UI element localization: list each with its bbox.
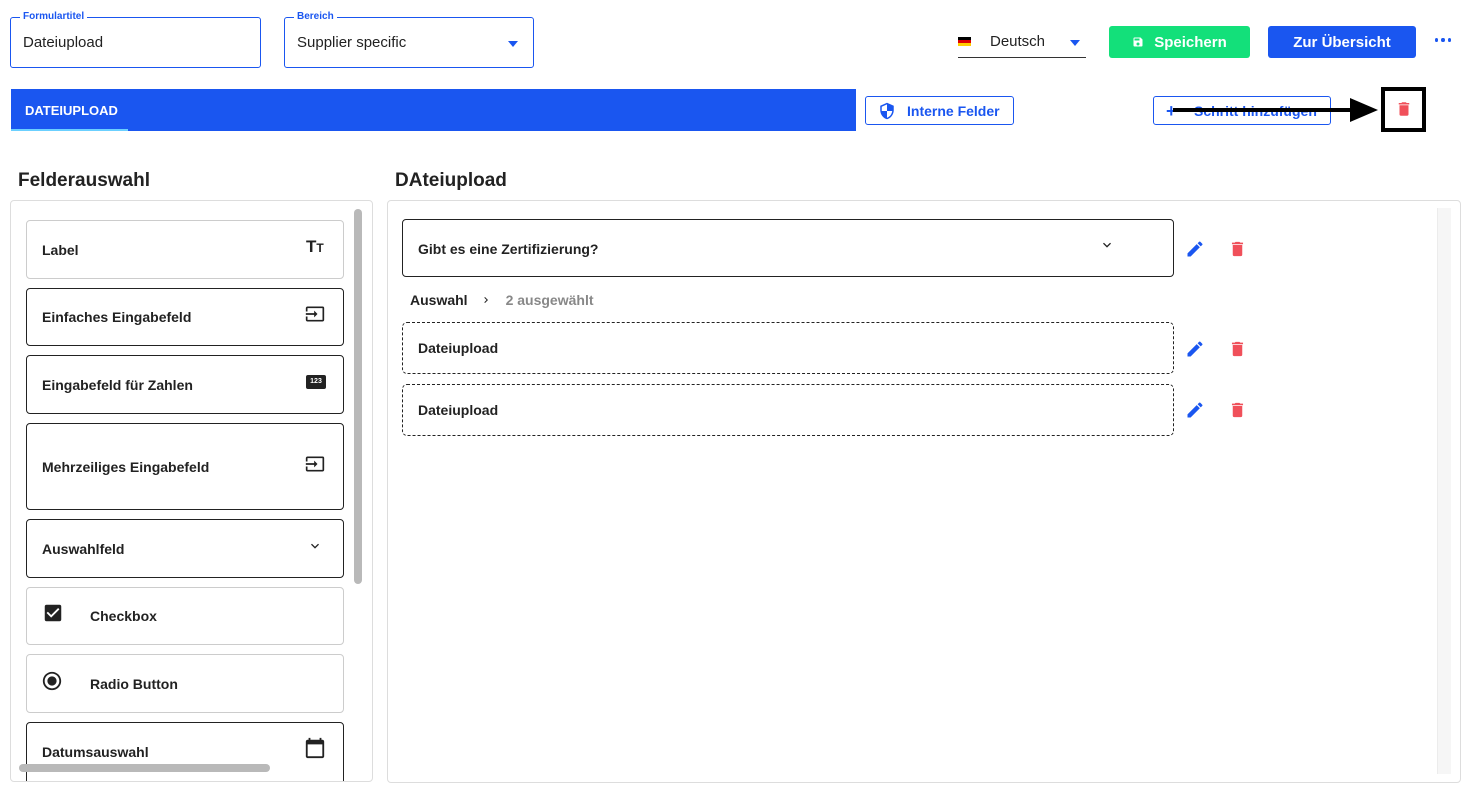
field-item-multiline-input[interactable]: Mehrzeiliges Eingabefeld — [26, 423, 344, 510]
vertical-scrollbar-track[interactable] — [1437, 208, 1451, 774]
edit-icon[interactable] — [1185, 400, 1205, 420]
caret-down-icon — [1070, 40, 1080, 46]
field-item-number-input[interactable]: Eingabefeld für Zahlen 123 — [26, 355, 344, 414]
field-item-simple-input[interactable]: Einfaches Eingabefeld — [26, 288, 344, 346]
language-select[interactable]: Deutsch — [958, 26, 1086, 58]
field-item-label-text: Auswahlfeld — [42, 541, 125, 557]
area-value: Supplier specific — [297, 34, 407, 51]
upload-field-2[interactable]: Dateiupload — [402, 384, 1174, 436]
question-select-field[interactable]: Gibt es eine Zertifizierung? — [402, 219, 1174, 277]
delete-icon[interactable] — [1228, 339, 1247, 359]
edit-icon[interactable] — [1185, 239, 1205, 259]
field-selection-heading: Felderauswahl — [18, 170, 150, 191]
field-item-date[interactable]: Datumsauswahl — [26, 722, 344, 781]
upload-field-label: Dateiupload — [418, 340, 499, 356]
field-selection-panel: Label TT Einfaches Eingabefeld Eingabefe… — [10, 200, 373, 782]
checkbox-checked-icon — [44, 604, 62, 622]
internal-fields-label: Interne Felder — [907, 103, 1000, 119]
field-item-checkbox[interactable]: Checkbox — [26, 587, 344, 645]
tab-active-indicator — [11, 129, 128, 131]
radio-checked-icon — [42, 671, 62, 691]
upload-field-1[interactable]: Dateiupload — [402, 322, 1174, 374]
annotation-arrow-head — [1350, 98, 1378, 122]
breadcrumb-current: 2 ausgewählt — [505, 292, 594, 308]
area-select[interactable]: Bereich Supplier specific — [284, 11, 534, 68]
step-tabbar: DATEIUPLOAD — [11, 89, 856, 131]
form-title-legend: Formulartitel — [20, 11, 88, 23]
form-title-value: Dateiupload — [23, 34, 104, 51]
overview-label: Zur Übersicht — [1293, 33, 1391, 51]
delete-icon[interactable] — [1228, 400, 1247, 420]
more-options-icon[interactable] — [1435, 38, 1451, 44]
tab-dateiupload[interactable]: DATEIUPLOAD — [11, 89, 128, 131]
step-heading: DAteiupload — [395, 170, 507, 191]
delete-icon[interactable] — [1228, 239, 1247, 259]
german-flag-icon — [958, 37, 971, 46]
annotation-arrow-line — [1173, 108, 1353, 112]
tab-label: DATEIUPLOAD — [25, 103, 118, 118]
chevron-down-icon — [311, 543, 319, 549]
vertical-scrollbar[interactable] — [354, 209, 362, 584]
input-icon — [305, 456, 325, 472]
field-item-label-text: Mehrzeiliges Eingabefeld — [42, 459, 210, 475]
area-legend: Bereich — [294, 11, 337, 23]
field-item-label-text: Einfaches Eingabefeld — [42, 309, 192, 325]
edit-icon[interactable] — [1185, 339, 1205, 359]
save-icon — [1133, 37, 1143, 47]
horizontal-scrollbar[interactable] — [19, 764, 270, 772]
calendar-icon — [305, 737, 325, 759]
field-item-label-text: Label — [42, 242, 79, 258]
field-item-select[interactable]: Auswahlfeld — [26, 519, 344, 578]
delete-step-icon[interactable] — [1395, 100, 1413, 118]
text-size-icon: TT — [306, 237, 324, 256]
shield-icon — [880, 102, 894, 120]
field-item-label-text: Checkbox — [90, 608, 157, 624]
internal-fields-button[interactable]: Interne Felder — [865, 96, 1014, 125]
caret-down-icon — [508, 41, 518, 47]
field-item-label-text: Eingabefeld für Zahlen — [42, 377, 193, 393]
field-item-radio[interactable]: Radio Button — [26, 654, 344, 713]
upload-field-label: Dateiupload — [418, 402, 499, 418]
step-content-panel — [387, 200, 1461, 783]
field-item-label[interactable]: Label TT — [26, 220, 344, 279]
breadcrumb: Auswahl 2 ausgewählt — [410, 292, 594, 308]
save-button[interactable]: Speichern — [1109, 26, 1250, 58]
question-label: Gibt es eine Zertifizierung? — [418, 241, 599, 257]
form-title-field[interactable]: Formulartitel Dateiupload — [10, 11, 261, 68]
number-123-icon: 123 — [306, 375, 326, 389]
save-label: Speichern — [1154, 33, 1227, 51]
chevron-down-icon — [1103, 242, 1111, 248]
field-item-label-text: Radio Button — [90, 676, 178, 692]
chevron-right-icon — [483, 297, 488, 303]
overview-button[interactable]: Zur Übersicht — [1268, 26, 1416, 58]
input-icon — [305, 306, 325, 322]
breadcrumb-parent[interactable]: Auswahl — [410, 292, 468, 308]
field-item-label-text: Datumsauswahl — [42, 744, 149, 760]
language-value: Deutsch — [990, 33, 1046, 50]
